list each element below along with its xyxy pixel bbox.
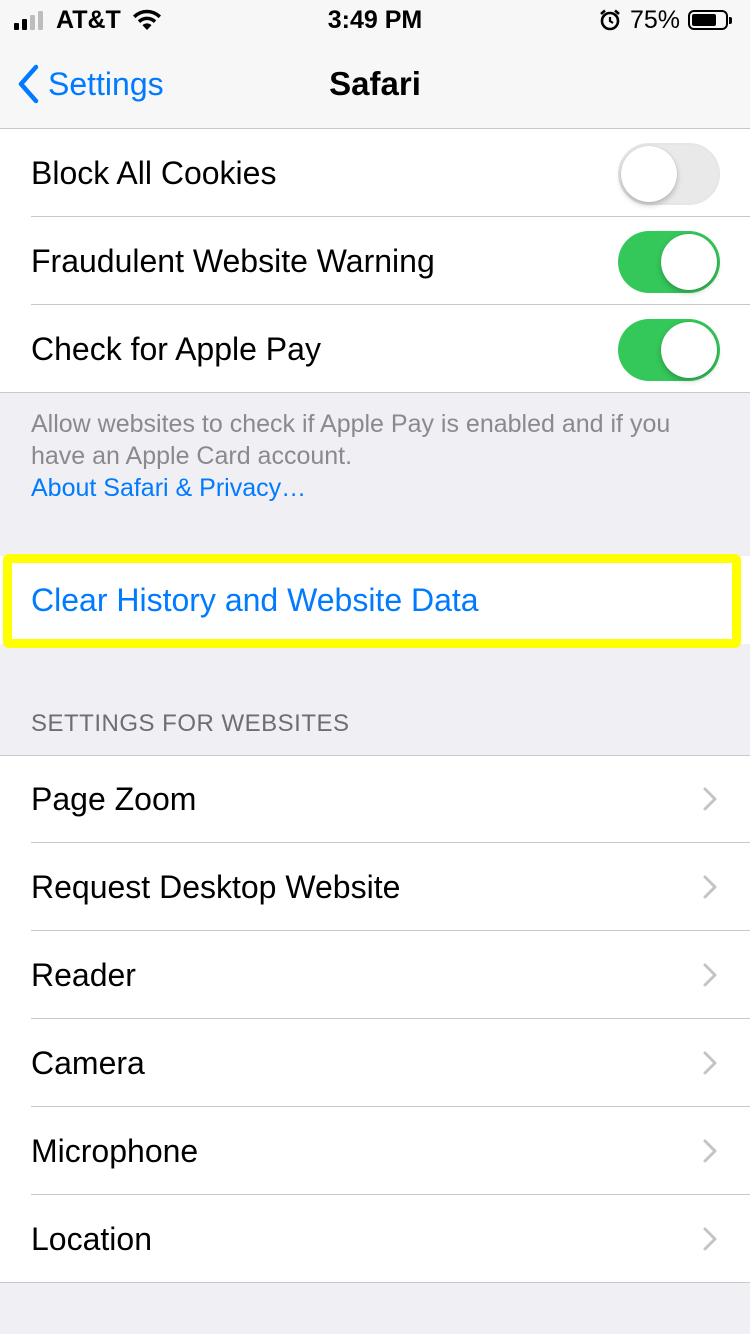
row-label: Request Desktop Website — [31, 868, 401, 905]
clear-history-group: Clear History and Website Data — [0, 556, 750, 644]
clear-history-label: Clear History and Website Data — [31, 581, 479, 618]
group-divider — [0, 392, 750, 393]
toggle-knob — [661, 234, 717, 290]
location-row[interactable]: Location — [0, 1195, 750, 1283]
battery-percent: 75% — [629, 5, 680, 34]
page-zoom-row[interactable]: Page Zoom — [0, 755, 750, 843]
page-title: Safari — [329, 65, 421, 102]
toggle-label: Check for Apple Pay — [31, 330, 321, 367]
footer-text: Allow websites to check if Apple Pay is … — [31, 410, 671, 470]
chevron-right-icon — [703, 1227, 717, 1251]
chevron-right-icon — [703, 1139, 717, 1163]
chevron-right-icon — [703, 875, 717, 899]
group-divider — [0, 1282, 750, 1283]
row-label: Microphone — [31, 1132, 199, 1169]
navigation-bar: Settings Safari — [0, 40, 750, 129]
battery-icon — [688, 10, 732, 30]
battery-fill — [692, 14, 716, 26]
check-for-apple-pay-toggle[interactable] — [618, 319, 720, 381]
request-desktop-website-row[interactable]: Request Desktop Website — [0, 843, 750, 931]
apple-pay-footer: Allow websites to check if Apple Pay is … — [31, 408, 711, 504]
toggle-knob — [621, 146, 677, 202]
row-label: Reader — [31, 956, 136, 993]
section-header: SETTINGS FOR WEBSITES — [31, 710, 350, 737]
fraudulent-website-warning-toggle[interactable] — [618, 231, 720, 293]
toggle-knob — [661, 322, 717, 378]
chevron-right-icon — [703, 787, 717, 811]
toggle-label: Fraudulent Website Warning — [31, 242, 435, 279]
chevron-right-icon — [703, 963, 717, 987]
row-label: Camera — [31, 1044, 145, 1081]
clear-history-button[interactable]: Clear History and Website Data — [0, 556, 750, 644]
privacy-toggle-group: Block All Cookies Fraudulent Website War… — [0, 129, 750, 393]
about-safari-privacy-link[interactable]: About Safari & Privacy… — [31, 472, 306, 504]
row-label: Page Zoom — [31, 780, 197, 817]
microphone-row[interactable]: Microphone — [0, 1107, 750, 1195]
camera-row[interactable]: Camera — [0, 1019, 750, 1107]
block-all-cookies-toggle[interactable] — [618, 143, 720, 205]
status-right: 75% — [598, 5, 732, 34]
row-label: Location — [31, 1220, 152, 1257]
alarm-clock-icon — [600, 9, 620, 31]
settings-for-websites-group: Page Zoom Request Desktop Website Reader… — [0, 755, 750, 1283]
chevron-right-icon — [703, 1051, 717, 1075]
reader-row[interactable]: Reader — [0, 931, 750, 1019]
toggle-label: Block All Cookies — [31, 154, 277, 191]
toggle-row-fraudulent-warning: Fraudulent Website Warning — [0, 217, 750, 305]
toggle-row-apple-pay: Check for Apple Pay — [0, 305, 750, 393]
toggle-row-block-cookies: Block All Cookies — [0, 129, 750, 217]
status-bar: AT&T 3:49 PM 75% — [0, 0, 750, 40]
